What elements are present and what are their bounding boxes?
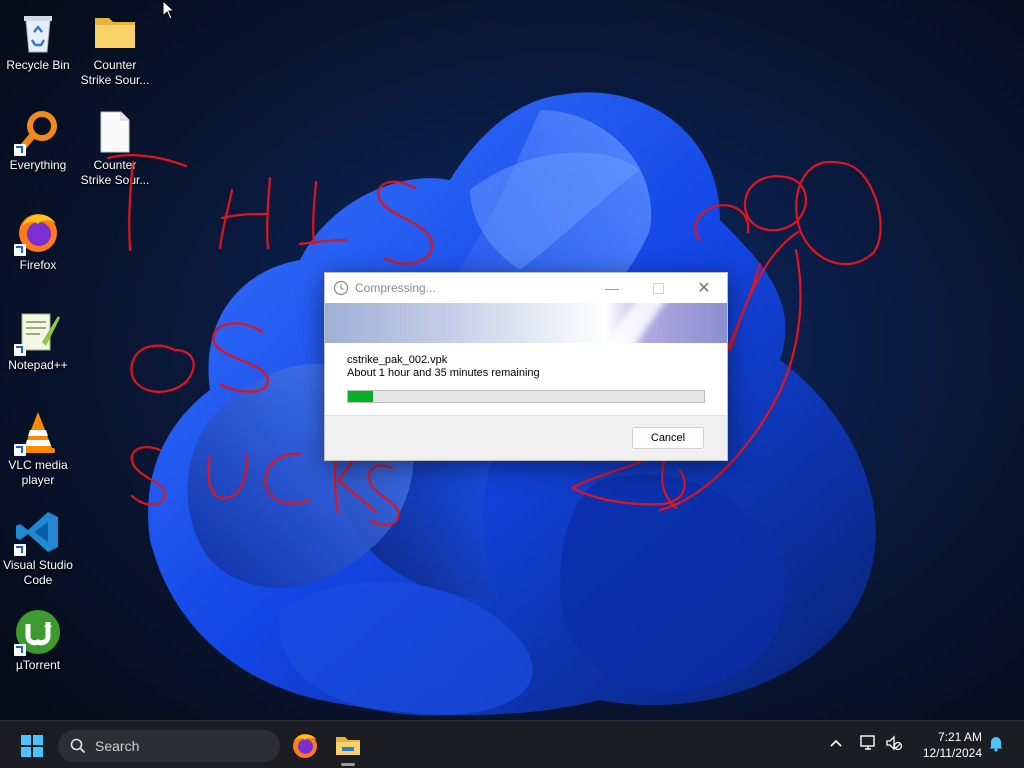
desktop-icon-label: Recycle Bin [6,58,70,72]
time-remaining: About 1 hour and 35 minutes remaining [347,367,540,379]
volume-muted-icon [886,735,903,751]
maximize-button[interactable] [635,273,681,303]
desktop-icon-label: Counter Strike Sour... [80,58,150,87]
show-hidden-icons-button[interactable] [826,733,846,753]
progress-fill [348,391,373,402]
compressing-dialog: Compressing... — ✕ cstrike_pak_002.vpk A… [324,272,728,461]
desktop-icon-label: Notepad++ [8,358,68,372]
taskbar-firefox-icon[interactable] [290,730,320,760]
file-explorer-icon [336,737,360,755]
taskbar-search-box[interactable]: Search [58,730,280,762]
desktop-icon-label: VLC media player [8,458,68,487]
folder-icon [95,18,135,48]
desktop-icon-label: Everything [9,158,67,172]
minimize-icon: — [605,280,619,296]
taskbar-clock[interactable]: 7:21 AM 12/11/2024 [923,729,982,761]
desktop-icon-counter-strike-file[interactable]: Counter Strike Sour... [77,108,153,188]
maximize-icon [652,282,664,294]
shortcut-arrow-icon [14,544,26,556]
taskbar-file-explorer-button[interactable] [333,730,363,766]
shortcut-arrow-icon [14,244,26,256]
desktop-icon-label: Counter Strike Sour... [80,158,150,187]
network-status-button[interactable] [858,733,878,753]
minimize-button[interactable]: — [589,273,635,303]
desktop-icon-counter-strike-folder[interactable]: Counter Strike Sour... [77,8,153,88]
desktop-icon-utorrent[interactable]: µTorrent [0,608,76,673]
desktop-icon-label: Visual Studio Code [3,558,73,587]
file-name: cstrike_pak_002.vpk [347,354,448,366]
desktop-icon-vscode[interactable]: Visual Studio Code [0,508,76,588]
progress-bar [347,390,705,403]
dialog-titlebar[interactable]: Compressing... — ✕ [325,273,727,303]
network-icon [860,735,875,750]
search-label: Search [95,738,140,754]
clock-icon [333,280,349,296]
desktop-icon-notepadpp[interactable]: Notepad++ [0,308,76,373]
taskbar: Search 7:21 AM 12/11/2024 [0,720,1024,768]
close-button[interactable]: ✕ [681,273,727,303]
desktop-icon-recycle-bin[interactable]: Recycle Bin [0,8,76,73]
desktop-icon-label: Firefox [19,258,57,272]
desktop-icon-vlc[interactable]: VLC media player [0,408,76,488]
notifications-button[interactable] [986,733,1006,753]
desktop-icon-everything[interactable]: Everything [0,108,76,173]
desktop-icon-label: µTorrent [15,658,61,672]
clock-time: 7:21 AM [937,730,982,744]
search-icon [70,738,86,754]
chevron-up-icon [830,739,842,747]
dialog-title: Compressing... [355,281,436,295]
desktop-icon-firefox[interactable]: Firefox [0,208,76,273]
bell-icon [989,737,1003,752]
shortcut-arrow-icon [14,644,26,656]
start-button[interactable] [20,734,44,758]
mouse-cursor-icon [162,0,176,20]
shortcut-arrow-icon [14,144,26,156]
dialog-banner [325,303,727,343]
volume-button[interactable] [884,733,904,753]
shortcut-arrow-icon [14,344,26,356]
recycle-bin-icon [24,16,52,53]
cancel-button[interactable]: Cancel [632,427,704,449]
close-icon: ✕ [697,280,711,297]
dialog-footer: Cancel [325,415,727,460]
clock-date: 12/11/2024 [922,746,982,760]
file-icon [100,111,130,153]
shortcut-arrow-icon [14,444,26,456]
